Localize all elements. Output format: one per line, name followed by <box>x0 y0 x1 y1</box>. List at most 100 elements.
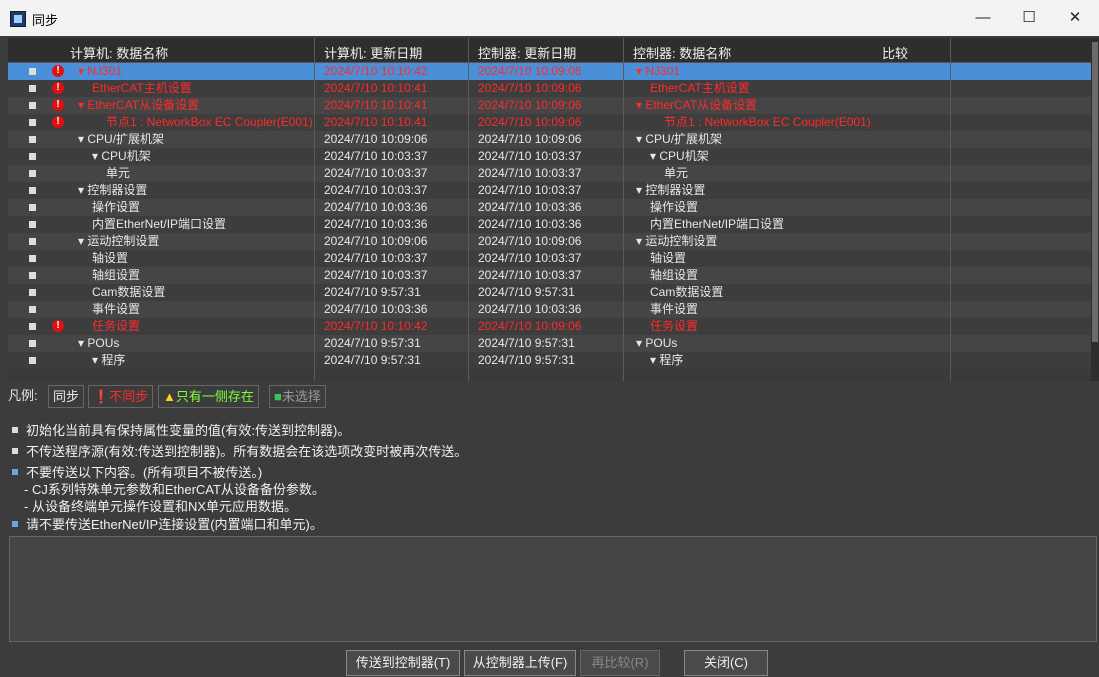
row-checkbox[interactable] <box>29 170 36 177</box>
transfer-from-controller-button[interactable]: 从控制器上传(F) <box>464 650 576 676</box>
row-checkbox[interactable] <box>29 119 36 126</box>
cell-ctrl-name: ▾ 运动控制设置 <box>636 234 718 248</box>
col-ctrl-date[interactable]: 控制器: 更新日期 <box>478 43 576 62</box>
cell-pc-date: 2024/7/10 9:57:31 <box>324 353 421 367</box>
cell-ctrl-name: 轴设置 <box>650 251 687 265</box>
checkbox-icon[interactable] <box>12 521 18 527</box>
table-row[interactable]: Cam数据设置 2024/7/10 9:57:31 2024/7/10 9:57:3… <box>8 284 1091 301</box>
title-bar: 同步 — ☐ ✕ <box>0 0 1099 36</box>
cell-ctrl-name: 节点1 : NetworkBox EC Coupler(E001) <box>664 115 871 129</box>
row-checkbox[interactable] <box>29 272 36 279</box>
legend-label: 凡例: <box>8 388 38 403</box>
cell-ctrl-date: 2024/7/10 10:03:37 <box>478 268 582 282</box>
table-row[interactable]: 内置EtherNet/IP端口设置 2024/7/10 10:03:36 2024/… <box>8 216 1091 233</box>
table-row[interactable]: ▾ CPU机架 2024/7/10 10:03:37 2024/7/10 10:03… <box>8 148 1091 165</box>
scrollbar-thumb[interactable] <box>1092 42 1098 342</box>
col-pc-name[interactable]: 计算机: 数据名称 <box>70 43 168 62</box>
cell-ctrl-name: ▾ CPU/扩展机架 <box>636 132 723 146</box>
cell-ctrl-name: ▾ EtherCAT从设备设置 <box>636 98 758 112</box>
row-checkbox[interactable] <box>29 153 36 160</box>
row-checkbox[interactable] <box>29 306 36 313</box>
vertical-scrollbar[interactable] <box>1091 38 1099 381</box>
recompare-button[interactable]: 再比较(R) <box>580 650 660 676</box>
cell-ctrl-name: ▾ 控制器设置 <box>636 183 706 197</box>
row-checkbox[interactable] <box>29 238 36 245</box>
cell-ctrl-date: 2024/7/10 10:03:37 <box>478 149 582 163</box>
sync-tree-table: 计算机: 数据名称 计算机: 更新日期 控制器: 更新日期 控制器: 数据名称 … <box>8 38 1099 381</box>
column-divider <box>950 38 951 381</box>
row-checkbox[interactable] <box>29 357 36 364</box>
cell-ctrl-name: 任务设置 <box>650 319 699 333</box>
cell-ctrl-date: 2024/7/10 10:03:36 <box>478 217 582 231</box>
col-compare[interactable]: 比较 <box>882 43 908 62</box>
cell-ctrl-date: 2024/7/10 10:09:06 <box>478 98 582 112</box>
cell-pc-date: 2024/7/10 10:03:37 <box>324 166 428 180</box>
table-row[interactable]: ! 任务设置 2024/7/10 10:10:42 2024/7/10 10:09:0… <box>8 318 1091 335</box>
row-checkbox[interactable] <box>29 323 36 330</box>
table-row[interactable]: ▾ 运动控制设置 2024/7/10 10:09:06 2024/7/10 10:0… <box>8 233 1091 250</box>
cell-pc-date: 2024/7/10 10:03:37 <box>324 251 428 265</box>
warning-icon: ! <box>52 99 64 111</box>
table-row[interactable]: ▾ 程序 2024/7/10 9:57:31 2024/7/10 9:57:31 ▾ … <box>8 352 1091 369</box>
col-ctrl-name[interactable]: 控制器: 数据名称 <box>633 43 731 62</box>
row-checkbox[interactable] <box>29 136 36 143</box>
cell-pc-name: ▾ CPU/扩展机架 <box>78 132 165 146</box>
close-button[interactable]: 关闭(C) <box>684 650 768 676</box>
column-divider <box>314 38 315 381</box>
cell-ctrl-date: 2024/7/10 9:57:31 <box>478 285 575 299</box>
row-checkbox[interactable] <box>29 340 36 347</box>
cell-ctrl-name: Cam数据设置 <box>650 285 724 299</box>
table-row[interactable]: 轴设置 2024/7/10 10:03:37 2024/7/10 10:03:37 轴… <box>8 250 1091 267</box>
unselected-icon: ■ <box>274 389 282 404</box>
option-line[interactable]: 不传送程序源(有效:传送到控制器)。所有数据会在该选项改变时被再次传送。 <box>8 441 467 460</box>
close-window-button[interactable]: ✕ <box>1052 0 1098 36</box>
warning-icon: ! <box>52 82 64 94</box>
row-checkbox[interactable] <box>29 68 36 75</box>
col-pc-date[interactable]: 计算机: 更新日期 <box>324 43 422 62</box>
row-checkbox[interactable] <box>29 85 36 92</box>
table-row[interactable]: 单元 2024/7/10 10:03:37 2024/7/10 10:03:37 单元 <box>8 165 1091 182</box>
transfer-to-controller-button[interactable]: 传送到控制器(T) <box>346 650 460 676</box>
checkbox-icon[interactable] <box>12 469 18 475</box>
checkbox-icon[interactable] <box>12 448 18 454</box>
row-checkbox[interactable] <box>29 255 36 262</box>
checkbox-icon[interactable] <box>12 427 18 433</box>
table-row[interactable]: 操作设置 2024/7/10 10:03:36 2024/7/10 10:03:36… <box>8 199 1091 216</box>
cell-pc-name: 内置EtherNet/IP端口设置 <box>92 217 227 231</box>
cell-ctrl-date: 2024/7/10 10:03:36 <box>478 200 582 214</box>
table-row[interactable]: 轴组设置 2024/7/10 10:03:37 2024/7/10 10:03:37… <box>8 267 1091 284</box>
row-checkbox[interactable] <box>29 221 36 228</box>
cell-pc-date: 2024/7/10 10:03:36 <box>324 217 428 231</box>
cell-ctrl-name: ▾ NJ301 <box>636 64 681 78</box>
minimize-button[interactable]: — <box>960 0 1006 36</box>
cell-pc-date: 2024/7/10 10:03:37 <box>324 149 428 163</box>
table-row[interactable]: 事件设置 2024/7/10 10:03:36 2024/7/10 10:03:36… <box>8 301 1091 318</box>
cell-ctrl-date: 2024/7/10 10:09:06 <box>478 234 582 248</box>
cell-pc-date: 2024/7/10 10:10:41 <box>324 81 428 95</box>
row-checkbox[interactable] <box>29 102 36 109</box>
table-row[interactable]: ▾ CPU/扩展机架 2024/7/10 10:09:06 2024/7/10 10… <box>8 131 1091 148</box>
cell-ctrl-date: 2024/7/10 9:57:31 <box>478 353 575 367</box>
table-row[interactable]: ! EtherCAT主机设置 2024/7/10 10:10:41 2024/7/10… <box>8 80 1091 97</box>
row-checkbox[interactable] <box>29 289 36 296</box>
message-box <box>9 536 1097 642</box>
table-row[interactable]: ▾ 控制器设置 2024/7/10 10:03:37 2024/7/10 10:03… <box>8 182 1091 199</box>
cell-ctrl-name: 内置EtherNet/IP端口设置 <box>650 217 785 231</box>
row-checkbox[interactable] <box>29 204 36 211</box>
maximize-button[interactable]: ☐ <box>1006 0 1052 36</box>
cell-pc-name: ▾ 程序 <box>92 353 126 367</box>
option-line[interactable]: 初始化当前具有保持属性变量的值(有效:传送到控制器)。 <box>8 420 350 439</box>
cell-ctrl-date: 2024/7/10 10:03:37 <box>478 251 582 265</box>
cell-pc-name: ▾ NJ301 <box>78 64 123 78</box>
cell-pc-name: ▾ EtherCAT从设备设置 <box>78 98 200 112</box>
row-checkbox[interactable] <box>29 187 36 194</box>
table-row[interactable]: ▾ POUs 2024/7/10 9:57:31 2024/7/10 9:57:31… <box>8 335 1091 352</box>
cell-ctrl-name: 操作设置 <box>650 200 699 214</box>
option-line[interactable]: 请不要传送EtherNet/IP连接设置(内置端口和单元)。 <box>8 514 323 533</box>
table-row[interactable]: ! 节点1 : NetworkBox EC Coupler(E001) 2024/7… <box>8 114 1091 131</box>
cell-ctrl-date: 2024/7/10 10:03:37 <box>478 166 582 180</box>
table-row[interactable]: ! ▾ EtherCAT从设备设置 2024/7/10 10:10:41 2024/7… <box>8 97 1091 114</box>
table-row[interactable]: ! ▾ NJ301 2024/7/10 10:10:42 2024/7/10 10:0… <box>8 63 1091 80</box>
cell-pc-name: Cam数据设置 <box>92 285 166 299</box>
cell-pc-date: 2024/7/10 10:10:42 <box>324 319 428 333</box>
